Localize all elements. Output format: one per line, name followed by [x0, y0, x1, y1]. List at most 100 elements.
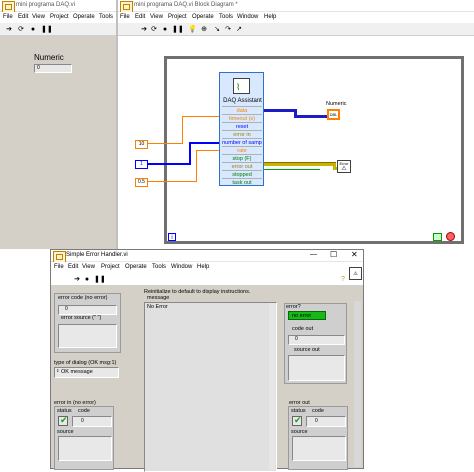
- retain-wire-values-icon[interactable]: ⊕: [200, 26, 208, 34]
- abort-icon[interactable]: ●: [29, 26, 37, 34]
- type-of-dialog-control[interactable]: ⇕ OK message: [54, 367, 119, 378]
- iteration-label: i: [171, 235, 173, 241]
- step-over-icon[interactable]: ↷: [224, 26, 232, 34]
- bd-run-continuously-icon[interactable]: ⟳: [150, 26, 158, 34]
- loop-iteration-terminal: i: [168, 233, 176, 241]
- code-out-label: code out: [292, 326, 314, 332]
- eh-menu-operate[interactable]: Operate: [125, 264, 147, 270]
- error-out-status-label: status: [291, 408, 306, 414]
- eh-menu-tools[interactable]: Tools: [152, 264, 166, 270]
- rate-constant-value: 0.5: [138, 179, 145, 185]
- loop-condition-terminal[interactable]: [433, 233, 442, 241]
- eh-pause-icon[interactable]: ❚❚: [94, 276, 106, 284]
- maximize-icon[interactable]: ☐: [330, 250, 337, 259]
- pause-icon[interactable]: ❚❚: [41, 26, 53, 34]
- source-out-indicator: [288, 355, 345, 381]
- error-in-source-control[interactable]: [58, 436, 112, 461]
- bd-run-arrow-icon[interactable]: ➔: [140, 26, 148, 34]
- front-panel-toolbar: ➔ ⟳ ● ❚❚: [0, 23, 116, 36]
- menu-edit[interactable]: Edit: [18, 14, 28, 20]
- daq-node-icon: ⌇: [233, 78, 250, 94]
- error-out-source-indicator: [292, 436, 346, 461]
- terminal-task-out[interactable]: task out: [222, 178, 262, 187]
- block-diagram-title: mini programa DAQ.vi Block Diagram *: [134, 2, 238, 8]
- run-arrow-icon[interactable]: ➔: [5, 26, 13, 34]
- bd-pause-icon[interactable]: ❚❚: [172, 26, 184, 34]
- bd-menu-window[interactable]: Window: [237, 14, 258, 20]
- timeout-constant[interactable]: 10: [135, 140, 148, 149]
- error-out-status-indicator: ✔: [292, 415, 302, 426]
- type-of-dialog-label: type of dialog (OK msg:1): [54, 360, 117, 366]
- message-indicator: No Error: [144, 302, 277, 472]
- error-handler-connector-icon: ⚠: [349, 267, 362, 280]
- context-help-icon[interactable]: ?: [339, 276, 347, 284]
- error-in-status-checkbox[interactable]: ✔: [58, 415, 68, 426]
- panel-scrollbar[interactable]: [354, 301, 361, 467]
- stop-sign-icon: [446, 232, 455, 241]
- error-out-code-indicator: 0: [306, 416, 346, 427]
- menu-tools[interactable]: Tools: [99, 14, 113, 20]
- bd-menu-edit[interactable]: Edit: [135, 14, 145, 20]
- bd-menu-tools[interactable]: Tools: [219, 14, 233, 20]
- front-panel-menubar: File Edit View Project Operate Tools: [0, 12, 116, 23]
- daq-assistant-node[interactable]: ⌇ DAQ Assistant data timeout (s) reset e…: [219, 72, 264, 186]
- message-scrollbar[interactable]: [269, 303, 275, 470]
- front-panel-titlebar: mini programa DAQ.vi: [0, 0, 116, 13]
- code-out-value: 0: [295, 336, 298, 342]
- wire-number-h1: [147, 163, 189, 165]
- eh-menu-view[interactable]: View: [82, 264, 95, 270]
- error-in-status-label: status: [57, 408, 72, 414]
- bd-menu-view[interactable]: View: [150, 14, 163, 20]
- error-handler-title: Simple Error Handler.vi: [66, 252, 128, 258]
- eh-menu-file[interactable]: File: [54, 264, 64, 270]
- eh-menu-project[interactable]: Project: [101, 264, 120, 270]
- bd-abort-icon[interactable]: ●: [161, 26, 169, 34]
- menu-file[interactable]: File: [3, 14, 13, 20]
- block-diagram-menubar: File Edit View Project Operate Tools Win…: [118, 12, 474, 23]
- rate-constant[interactable]: 0.5: [135, 178, 148, 187]
- error-out-checkmark-icon: ✔: [294, 415, 302, 425]
- front-panel-title: mini programa DAQ.vi: [16, 2, 76, 8]
- eh-menu-window[interactable]: Window: [171, 264, 192, 270]
- step-out-icon[interactable]: ↗: [235, 26, 243, 34]
- error-handler-toolbar: ➔ ● ❚❚ ? ⚠: [51, 267, 363, 286]
- type-of-dialog-value: OK message: [61, 369, 93, 375]
- error-out-source-label: source: [291, 429, 308, 435]
- close-icon[interactable]: ✕: [351, 250, 358, 259]
- eh-menu-help[interactable]: Help: [197, 264, 209, 270]
- bd-menu-help[interactable]: Help: [264, 14, 276, 20]
- wire-number-v: [189, 142, 191, 165]
- step-into-icon[interactable]: ↘: [213, 26, 221, 34]
- error-in-code-value: 0: [81, 418, 84, 424]
- error-handler-subvi[interactable]: Error ⚠: [337, 160, 351, 173]
- bd-menu-project[interactable]: Project: [168, 14, 187, 20]
- highlight-execution-icon[interactable]: 💡: [188, 26, 197, 34]
- minimize-icon[interactable]: —: [310, 251, 317, 258]
- numeric-value: 0: [37, 65, 40, 71]
- numeric-indicator-terminal[interactable]: DBL: [327, 109, 340, 120]
- menu-operate[interactable]: Operate: [73, 14, 95, 20]
- error-code-label: error code (no error): [58, 295, 108, 301]
- error-code-cluster: error code (no error) 0 error source (" …: [54, 293, 121, 353]
- error-code-control[interactable]: 0: [58, 305, 117, 315]
- error-in-code-control[interactable]: 0: [72, 416, 112, 427]
- error-source-control[interactable]: [58, 324, 117, 348]
- eh-run-arrow-icon[interactable]: ➔: [73, 276, 81, 284]
- bd-menu-file[interactable]: File: [120, 14, 130, 20]
- eh-abort-icon[interactable]: ●: [83, 276, 91, 284]
- menu-view[interactable]: View: [32, 14, 45, 20]
- error-in-code-label: code: [78, 408, 90, 414]
- eh-menu-edit[interactable]: Edit: [68, 264, 78, 270]
- run-continuously-icon[interactable]: ⟳: [17, 26, 25, 34]
- error-out-code-label: code: [312, 408, 324, 414]
- dialog-spinner-icon: ⇕: [56, 368, 60, 373]
- front-panel-canvas: Numeric 0: [0, 36, 116, 249]
- error-out-code-value: 0: [315, 418, 318, 424]
- numeric-label: Numeric: [34, 53, 64, 62]
- error-boolean-label: error?: [286, 304, 301, 310]
- wire-rate-v: [196, 150, 197, 182]
- menu-project[interactable]: Project: [50, 14, 69, 20]
- checkmark-icon: ✔: [60, 415, 68, 425]
- block-diagram-toolbar: ➔ ⟳ ● ❚❚ 💡 ⊕ ↘ ↷ ↗: [118, 23, 474, 36]
- bd-menu-operate[interactable]: Operate: [192, 14, 214, 20]
